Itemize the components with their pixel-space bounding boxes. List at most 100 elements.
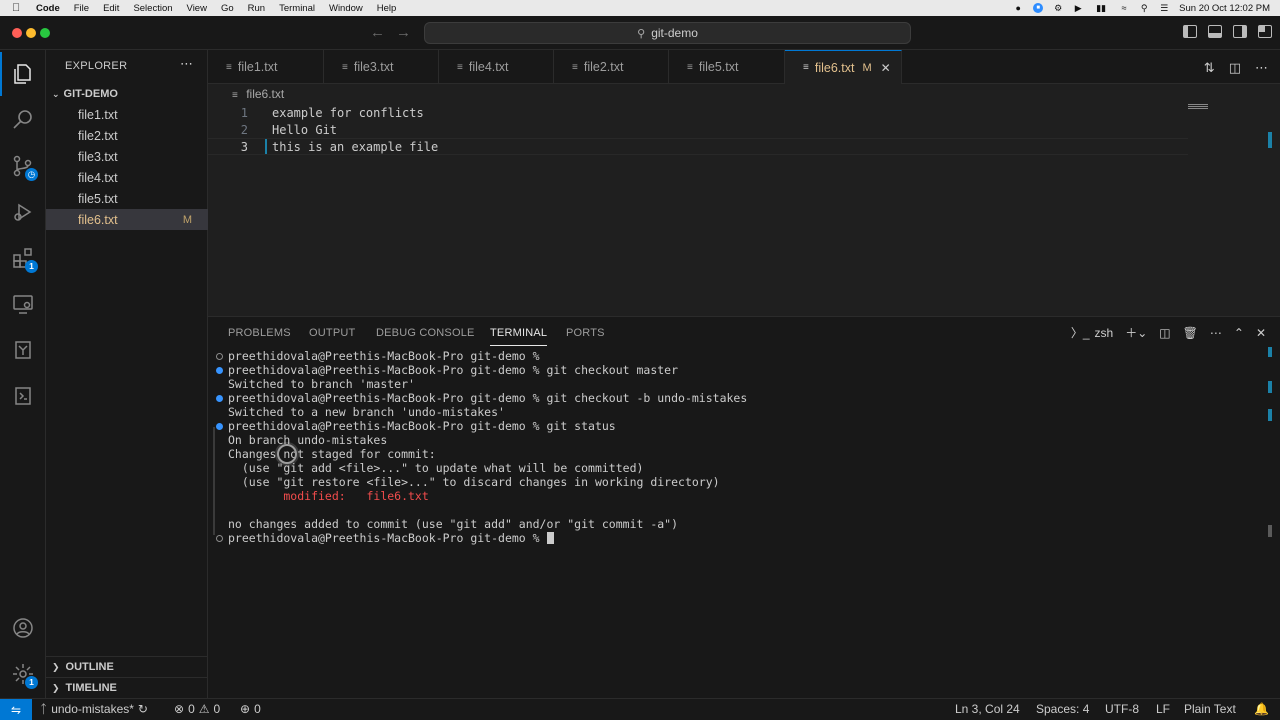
breadcrumb[interactable]: ≡ file6.txt xyxy=(232,87,284,101)
file-item-file1[interactable]: file1.txt xyxy=(46,104,208,125)
cursor-position[interactable]: Ln 3, Col 24 xyxy=(955,702,1020,716)
zoom-window-button[interactable] xyxy=(40,28,50,38)
ports-indicator[interactable]: ⊕ 0 xyxy=(240,702,261,716)
spotlight-icon[interactable]: ⚲ xyxy=(1139,3,1149,13)
tab-terminal[interactable]: TERMINAL xyxy=(490,327,548,346)
outline-section[interactable]: ❯ OUTLINE xyxy=(46,656,208,677)
tab-output[interactable]: OUTPUT xyxy=(309,327,355,339)
file-item-file5[interactable]: file5.txt xyxy=(46,188,208,209)
file-item-file2[interactable]: file2.txt xyxy=(46,125,208,146)
command-center-search[interactable]: ⚲ git-demo xyxy=(424,22,911,44)
tab-file4[interactable]: ≡ file4.txt xyxy=(439,50,554,84)
command-decoration-icon[interactable] xyxy=(216,422,223,430)
accounts-icon[interactable] xyxy=(0,606,46,650)
kubernetes-icon[interactable] xyxy=(0,328,46,372)
menu-code[interactable]: Code xyxy=(36,3,60,14)
remote-indicator-icon[interactable]: ⇋ xyxy=(0,699,32,720)
settings-icon[interactable]: ⚙ xyxy=(1053,3,1063,13)
notifications-bell-icon[interactable]: 🔔 xyxy=(1254,702,1269,716)
kill-terminal-icon[interactable]: 🗑 xyxy=(1183,326,1198,340)
menu-terminal[interactable]: Terminal xyxy=(279,3,315,14)
record-icon[interactable]: ● xyxy=(1013,3,1023,13)
close-panel-icon[interactable]: ✕ xyxy=(1256,326,1266,340)
file-name: file4.txt xyxy=(78,170,118,185)
terminal-line[interactable]: preethidovala@Preethis-MacBook-Pro git-d… xyxy=(216,531,554,545)
git-graph-icon[interactable] xyxy=(0,374,46,418)
more-actions-icon[interactable]: ⋯ xyxy=(1210,326,1222,340)
minimize-window-button[interactable] xyxy=(26,28,36,38)
branch-indicator[interactable]: ᛏ undo-mistakes* ↻ xyxy=(40,702,148,716)
menu-view[interactable]: View xyxy=(187,3,207,14)
problems-indicator[interactable]: ⊗ 0 ⚠ 0 xyxy=(174,702,220,716)
search-icon[interactable] xyxy=(0,98,46,142)
language-mode[interactable]: Plain Text xyxy=(1184,702,1236,716)
terminal-line: preethidovala@Preethis-MacBook-Pro git-d… xyxy=(216,391,747,405)
editor-line[interactable]: 2 Hello Git xyxy=(208,121,1188,138)
tab-ports[interactable]: PORTS xyxy=(566,327,605,339)
toggle-primary-sidebar-icon[interactable] xyxy=(1183,25,1197,38)
command-decoration-icon[interactable] xyxy=(216,366,223,374)
tab-file5[interactable]: ≡ file5.txt xyxy=(669,50,785,84)
back-arrow-icon[interactable]: ← xyxy=(370,24,385,41)
battery-icon[interactable]: ▮▮ xyxy=(1093,3,1109,13)
menu-edit[interactable]: Edit xyxy=(103,3,119,14)
menu-go[interactable]: Go xyxy=(221,3,234,14)
forward-arrow-icon[interactable]: → xyxy=(396,24,411,41)
editor-line-current[interactable]: 3 this is an example file xyxy=(208,138,1188,155)
control-center-icon[interactable]: ☰ xyxy=(1159,3,1169,13)
terminal-scrollbar[interactable] xyxy=(1268,347,1272,537)
remote-explorer-icon[interactable] xyxy=(0,282,46,326)
file-item-file4[interactable]: file4.txt xyxy=(46,167,208,188)
split-editor-icon[interactable]: ◫ xyxy=(1229,60,1241,76)
toggle-panel-icon[interactable] xyxy=(1208,25,1222,38)
play-icon[interactable]: ▶ xyxy=(1073,3,1083,13)
menu-selection[interactable]: Selection xyxy=(133,3,172,14)
customize-layout-icon[interactable] xyxy=(1258,25,1272,38)
menu-help[interactable]: Help xyxy=(377,3,397,14)
tab-problems[interactable]: PROBLEMS xyxy=(228,327,291,339)
split-terminal-icon[interactable]: ◫ xyxy=(1159,326,1170,340)
menu-window[interactable]: Window xyxy=(329,3,363,14)
manage-gear-icon[interactable]: 1 xyxy=(0,652,46,696)
tab-file2[interactable]: ≡ file2.txt xyxy=(554,50,669,84)
terminal-shell-selector[interactable]: 〉_ zsh xyxy=(1071,324,1113,341)
explorer-icon[interactable] xyxy=(0,52,46,96)
extensions-icon[interactable]: 1 xyxy=(0,236,46,280)
wifi-icon[interactable]: ≈ xyxy=(1119,3,1129,13)
minimap[interactable] xyxy=(1188,104,1208,110)
run-debug-icon[interactable] xyxy=(0,190,46,234)
encoding[interactable]: UTF-8 xyxy=(1105,702,1139,716)
menu-run[interactable]: Run xyxy=(248,3,265,14)
command-decoration-icon[interactable] xyxy=(216,394,223,402)
apple-icon[interactable]:  xyxy=(12,2,26,14)
new-terminal-icon[interactable]: ＋⌄ xyxy=(1125,324,1147,341)
source-control-icon[interactable]: ◷ xyxy=(0,144,46,188)
file-item-file6[interactable]: file6.txt M xyxy=(46,209,208,230)
command-decoration-icon[interactable] xyxy=(216,534,223,542)
indentation[interactable]: Spaces: 4 xyxy=(1036,702,1089,716)
tab-file6[interactable]: ≡ file6.txt M ✕ xyxy=(785,50,902,84)
tab-file1[interactable]: ≡ file1.txt xyxy=(208,50,324,84)
more-actions-icon[interactable]: ⋯ xyxy=(1255,60,1268,76)
menubar-clock[interactable]: Sun 20 Oct 12:02 PM xyxy=(1179,3,1270,14)
workspace-folder[interactable]: ⌄ GIT-DEMO xyxy=(46,86,208,102)
timeline-section[interactable]: ❯ TIMELINE xyxy=(46,677,208,698)
command-decoration-icon[interactable] xyxy=(216,352,223,360)
end-of-line[interactable]: LF xyxy=(1156,702,1170,716)
editor-area[interactable]: ≡ file6.txt 1 example for conflicts 2 He… xyxy=(208,84,1280,316)
terminal-text: preethidovala@Preethis-MacBook-Pro git-d… xyxy=(228,349,540,363)
file-item-file3[interactable]: file3.txt xyxy=(46,146,208,167)
editor-scrollbar[interactable] xyxy=(1268,132,1272,148)
close-window-button[interactable] xyxy=(12,28,22,38)
menu-file[interactable]: File xyxy=(74,3,89,14)
tab-file3[interactable]: ≡ file3.txt xyxy=(324,50,439,84)
open-changes-icon[interactable]: ⇅ xyxy=(1204,60,1215,76)
toggle-secondary-sidebar-icon[interactable] xyxy=(1233,25,1247,38)
editor-line[interactable]: 1 example for conflicts xyxy=(208,104,1188,121)
maximize-panel-icon[interactable]: ⌃ xyxy=(1234,326,1244,340)
tab-debug-console[interactable]: DEBUG CONSOLE xyxy=(376,327,475,339)
close-icon[interactable]: ✕ xyxy=(881,61,891,75)
zoom-icon[interactable]: ■ xyxy=(1033,3,1044,13)
more-actions-icon[interactable]: ⋯ xyxy=(180,56,193,72)
warning-count: 0 xyxy=(213,702,221,716)
